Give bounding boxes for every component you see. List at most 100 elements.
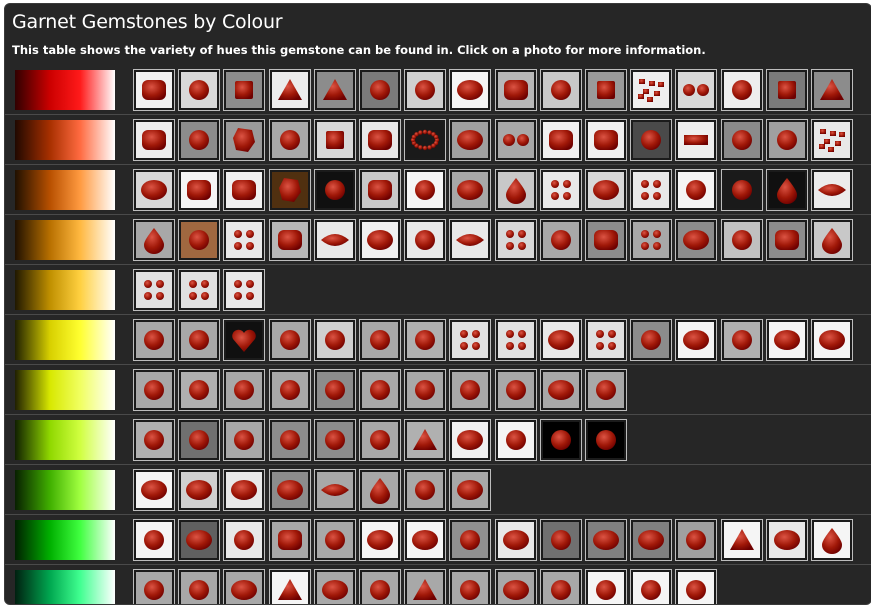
gem-photo-thumbnail[interactable] [630, 519, 673, 561]
gem-photo-thumbnail[interactable] [449, 119, 492, 161]
gem-photo-thumbnail[interactable] [404, 369, 447, 411]
gem-photo-thumbnail[interactable] [268, 169, 311, 211]
gem-photo-thumbnail[interactable] [585, 69, 627, 111]
gem-photo-thumbnail[interactable] [223, 419, 266, 461]
gem-photo-thumbnail[interactable] [585, 519, 627, 561]
gem-photo-thumbnail[interactable] [449, 219, 492, 261]
gem-photo-thumbnail[interactable] [539, 419, 582, 461]
gem-photo-thumbnail[interactable] [585, 319, 627, 361]
gem-photo-thumbnail[interactable] [223, 119, 266, 161]
gem-photo-thumbnail[interactable] [268, 319, 311, 361]
gem-photo-thumbnail[interactable] [223, 169, 266, 211]
gem-photo-thumbnail[interactable] [765, 219, 808, 261]
gem-photo-thumbnail[interactable] [811, 219, 853, 261]
gem-photo-thumbnail[interactable] [268, 469, 311, 511]
gem-photo-thumbnail[interactable] [449, 569, 492, 604]
gem-photo-thumbnail[interactable] [765, 119, 808, 161]
gem-photo-thumbnail[interactable] [675, 519, 718, 561]
gem-photo-thumbnail[interactable] [133, 419, 175, 461]
gem-photo-thumbnail[interactable] [494, 569, 537, 604]
gem-photo-thumbnail[interactable] [268, 69, 311, 111]
gem-photo-thumbnail[interactable] [223, 219, 266, 261]
gem-photo-thumbnail[interactable] [630, 69, 673, 111]
gem-photo-thumbnail[interactable] [539, 119, 582, 161]
gem-photo-thumbnail[interactable] [359, 69, 401, 111]
gem-photo-thumbnail[interactable] [675, 69, 718, 111]
gem-photo-thumbnail[interactable] [178, 569, 221, 604]
gem-photo-thumbnail[interactable] [449, 469, 492, 511]
gem-photo-thumbnail[interactable] [675, 569, 718, 604]
gem-photo-thumbnail[interactable] [313, 419, 356, 461]
gem-photo-thumbnail[interactable] [404, 119, 447, 161]
gem-photo-thumbnail[interactable] [811, 519, 853, 561]
gem-photo-thumbnail[interactable] [675, 319, 718, 361]
gem-photo-thumbnail[interactable] [494, 169, 537, 211]
gem-photo-thumbnail[interactable] [178, 319, 221, 361]
gem-photo-thumbnail[interactable] [675, 219, 718, 261]
gem-photo-thumbnail[interactable] [133, 469, 175, 511]
gem-photo-thumbnail[interactable] [720, 119, 763, 161]
gem-photo-thumbnail[interactable] [494, 69, 537, 111]
gem-photo-thumbnail[interactable] [313, 119, 356, 161]
gem-photo-thumbnail[interactable] [720, 69, 763, 111]
gem-photo-thumbnail[interactable] [630, 169, 673, 211]
gem-photo-thumbnail[interactable] [539, 169, 582, 211]
gem-photo-thumbnail[interactable] [133, 269, 175, 311]
gem-photo-thumbnail[interactable] [359, 569, 401, 604]
gem-photo-thumbnail[interactable] [494, 119, 537, 161]
gem-photo-thumbnail[interactable] [178, 269, 221, 311]
gem-photo-thumbnail[interactable] [765, 69, 808, 111]
gem-photo-thumbnail[interactable] [223, 369, 266, 411]
gem-photo-thumbnail[interactable] [585, 419, 627, 461]
gem-photo-thumbnail[interactable] [585, 219, 627, 261]
gem-photo-thumbnail[interactable] [133, 319, 175, 361]
gem-photo-thumbnail[interactable] [359, 319, 401, 361]
gem-photo-thumbnail[interactable] [675, 169, 718, 211]
gem-photo-thumbnail[interactable] [313, 319, 356, 361]
gem-photo-thumbnail[interactable] [811, 319, 853, 361]
gem-photo-thumbnail[interactable] [178, 119, 221, 161]
gem-photo-thumbnail[interactable] [313, 69, 356, 111]
gem-photo-thumbnail[interactable] [404, 569, 447, 604]
gem-photo-thumbnail[interactable] [449, 169, 492, 211]
gem-photo-thumbnail[interactable] [313, 519, 356, 561]
gem-photo-thumbnail[interactable] [811, 119, 853, 161]
gem-photo-thumbnail[interactable] [494, 219, 537, 261]
gem-photo-thumbnail[interactable] [313, 219, 356, 261]
gem-photo-thumbnail[interactable] [178, 519, 221, 561]
gem-photo-thumbnail[interactable] [720, 319, 763, 361]
gem-photo-thumbnail[interactable] [268, 519, 311, 561]
gem-photo-thumbnail[interactable] [223, 69, 266, 111]
gem-photo-thumbnail[interactable] [359, 119, 401, 161]
gem-photo-thumbnail[interactable] [539, 369, 582, 411]
gem-photo-thumbnail[interactable] [359, 369, 401, 411]
gem-photo-thumbnail[interactable] [223, 269, 266, 311]
gem-photo-thumbnail[interactable] [449, 369, 492, 411]
gem-photo-thumbnail[interactable] [404, 469, 447, 511]
gem-photo-thumbnail[interactable] [494, 519, 537, 561]
gem-photo-thumbnail[interactable] [539, 69, 582, 111]
gem-photo-thumbnail[interactable] [268, 569, 311, 604]
gem-photo-thumbnail[interactable] [630, 119, 673, 161]
gem-photo-thumbnail[interactable] [313, 369, 356, 411]
gem-photo-thumbnail[interactable] [178, 169, 221, 211]
gem-photo-thumbnail[interactable] [585, 119, 627, 161]
gem-photo-thumbnail[interactable] [404, 219, 447, 261]
gem-photo-thumbnail[interactable] [404, 319, 447, 361]
gem-photo-thumbnail[interactable] [178, 69, 221, 111]
gem-photo-thumbnail[interactable] [178, 369, 221, 411]
gem-photo-thumbnail[interactable] [404, 69, 447, 111]
gem-photo-thumbnail[interactable] [811, 169, 853, 211]
gem-photo-thumbnail[interactable] [404, 519, 447, 561]
gem-photo-thumbnail[interactable] [313, 569, 356, 604]
gem-photo-thumbnail[interactable] [133, 69, 175, 111]
gem-photo-thumbnail[interactable] [178, 219, 221, 261]
gem-photo-thumbnail[interactable] [359, 169, 401, 211]
gem-photo-thumbnail[interactable] [585, 369, 627, 411]
gem-photo-thumbnail[interactable] [449, 69, 492, 111]
gem-photo-thumbnail[interactable] [313, 469, 356, 511]
gem-photo-thumbnail[interactable] [133, 119, 175, 161]
gem-photo-thumbnail[interactable] [630, 219, 673, 261]
gem-photo-thumbnail[interactable] [178, 419, 221, 461]
gem-photo-thumbnail[interactable] [313, 169, 356, 211]
